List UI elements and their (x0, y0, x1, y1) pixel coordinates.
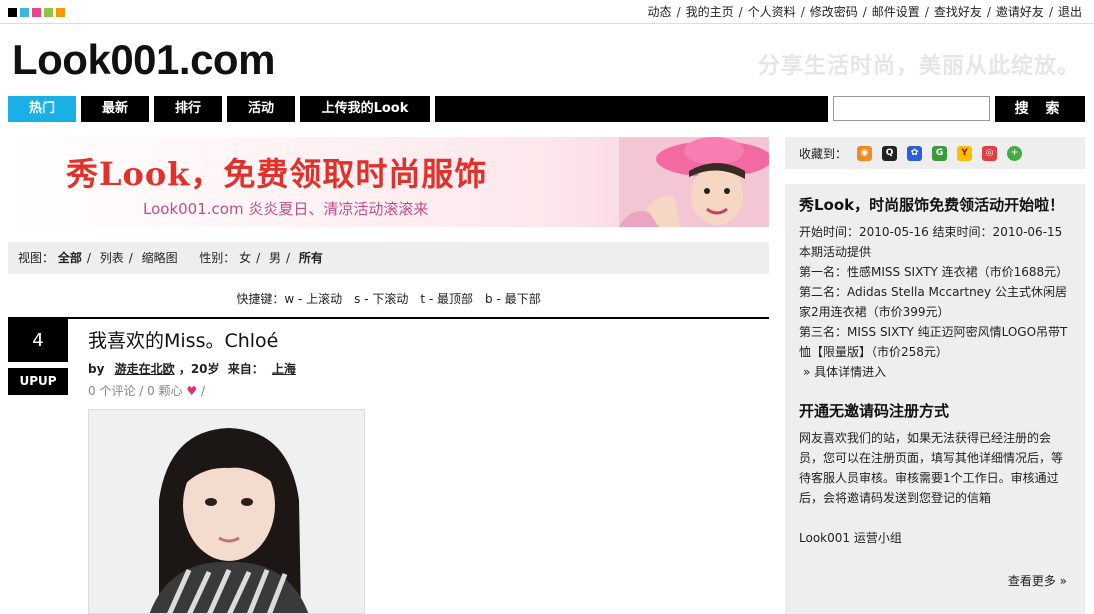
link-profile[interactable]: 个人资料 (748, 3, 796, 20)
bookmark-label: 收藏到： (799, 146, 848, 161)
register-title: 开通无邀请码注册方式 (799, 402, 950, 420)
color-square-orange (56, 8, 65, 17)
top-bar: 动态 / 我的主页 / 个人资料 / 修改密码 / 邮件设置 / 查找好友 / 邀请好友 / … (0, 0, 1094, 24)
post-hearts[interactable]: 0 颗心 (147, 384, 182, 398)
promo-details-link[interactable]: » 具体详情进入 (799, 362, 1071, 382)
content-divider (8, 317, 769, 319)
yahoo-icon[interactable]: Y (957, 145, 973, 161)
search-input[interactable] (833, 96, 990, 121)
color-squares (8, 8, 65, 17)
site-logo[interactable]: Look001.com (12, 36, 275, 84)
gender-male[interactable]: 男 (269, 251, 281, 265)
link-my-home[interactable]: 我的主页 (686, 3, 734, 20)
promo-prize-3: 第三名：MISS SIXTY 纯正迈阿密风情LOGO吊带T恤【限量版】（市价25… (799, 325, 1068, 359)
post-age: 20岁 (190, 362, 220, 376)
upup-button[interactable]: UPUP (8, 368, 68, 395)
link-logout[interactable]: 退出 (1058, 3, 1082, 20)
team-signature: Look001 运营小组 (799, 531, 902, 545)
link-find-friends[interactable]: 查找好友 (934, 3, 982, 20)
link-mail-settings[interactable]: 邮件设置 (872, 3, 920, 20)
post-photo[interactable] (88, 409, 365, 614)
view-all[interactable]: 全部 (58, 251, 82, 265)
post-stats: 0 个评论 / 0 颗心 ♥ / (88, 384, 206, 398)
view-filter-bar: 视图： 全部 / 列表 / 缩略图 性别： 女 / 男 / 所有 (8, 242, 769, 274)
color-square-blue (20, 8, 29, 17)
gender-label: 性别： (199, 251, 236, 265)
view-label: 视图： (18, 251, 55, 265)
view-thumbnail[interactable]: 缩略图 (142, 251, 178, 265)
site-slogan: 分享生活时尚，美丽从此绽放。 (757, 54, 1080, 79)
view-list[interactable]: 列表 (100, 251, 124, 265)
sidebar-announcements: 秀Look，时尚服饰免费领活动开始啦！ 开始时间：2010-05-16 结束时间… (785, 184, 1085, 614)
heart-icon: ♥ (186, 384, 198, 398)
sina-icon[interactable]: ◎ (982, 145, 998, 161)
qq-icon[interactable]: Q (882, 145, 898, 161)
post-author[interactable]: 游走在北欧 (115, 362, 175, 376)
by-label: by (88, 362, 105, 376)
link-invite-friends[interactable]: 邀请好友 (996, 3, 1044, 20)
promo-banner[interactable]: 秀Look，免费领取时尚服饰 Look001.com 炎炎夏日、清凉活动滚滚来 (8, 137, 769, 227)
tab-events[interactable]: 活动 (227, 96, 295, 122)
promo-dates: 开始时间：2010-05-16 结束时间：2010-06-15 (799, 225, 1063, 239)
see-more-link[interactable]: 查看更多 » (1008, 572, 1067, 589)
nav-divider (430, 96, 435, 122)
baidu-icon[interactable]: ✿ (907, 145, 923, 161)
tab-latest[interactable]: 最新 (81, 96, 149, 122)
promo-title: 秀Look，时尚服饰免费领活动开始啦！ (799, 196, 1065, 214)
link-activity[interactable]: 动态 (648, 3, 672, 20)
user-menu: 动态 / 我的主页 / 个人资料 / 修改密码 / 邮件设置 / 查找好友 / 邀请好友 / … (647, 3, 1082, 20)
promo-provider: 本期活动提供 (799, 245, 872, 259)
google-icon[interactable]: G (932, 145, 948, 161)
bookmark-bar: 收藏到： ◉ Q ✿ G Y ◎ + (785, 137, 1085, 169)
color-square-black (8, 8, 17, 17)
rss-icon[interactable]: ◉ (857, 145, 873, 161)
color-square-green (44, 8, 53, 17)
promo-prize-1: 第一名：性感MISS SIXTY 连衣裙（市价1688元） (799, 265, 1069, 279)
tab-hot[interactable]: 热门 (8, 96, 76, 122)
tab-ranking[interactable]: 排行 (154, 96, 222, 122)
from-label: 来自： (227, 362, 264, 376)
banner-subtitle: Look001.com 炎炎夏日、清凉活动滚滚来 (143, 200, 429, 218)
post-comments[interactable]: 0 个评论 (88, 384, 135, 398)
color-square-pink (32, 8, 41, 17)
post-location[interactable]: 上海 (272, 362, 296, 376)
main-nav: 热门 最新 排行 活动 上传我的Look (8, 96, 828, 122)
promo-prize-2: 第二名：Adidas Stella Mccartney 公主式休闲居家2用连衣裙… (799, 285, 1067, 319)
add-icon[interactable]: + (1007, 145, 1023, 161)
post-title[interactable]: 我喜欢的Miss。Chloé (88, 326, 278, 353)
hotkeys-hint: 快捷键：w - 上滚动 s - 下滚动 t - 最顶部 b - 最下部 (236, 292, 541, 306)
register-text: 网友喜欢我们的站，如果无法获得已经注册的会员，您可以在注册页面，填写其他详细情况… (799, 431, 1064, 505)
search-button[interactable]: 搜 索 (995, 96, 1085, 122)
banner-title: 秀Look，免费领取时尚服饰 (66, 155, 488, 193)
banner-model-image (619, 137, 769, 227)
link-change-password[interactable]: 修改密码 (810, 3, 858, 20)
post-meta: by 游走在北欧 ，20岁 来自： 上海 (88, 362, 296, 376)
tab-upload-look[interactable]: 上传我的Look (300, 96, 430, 122)
post-photo-image (89, 410, 364, 613)
post-rank: 4 (8, 319, 68, 362)
gender-female[interactable]: 女 (239, 251, 251, 265)
gender-all[interactable]: 所有 (299, 251, 323, 265)
